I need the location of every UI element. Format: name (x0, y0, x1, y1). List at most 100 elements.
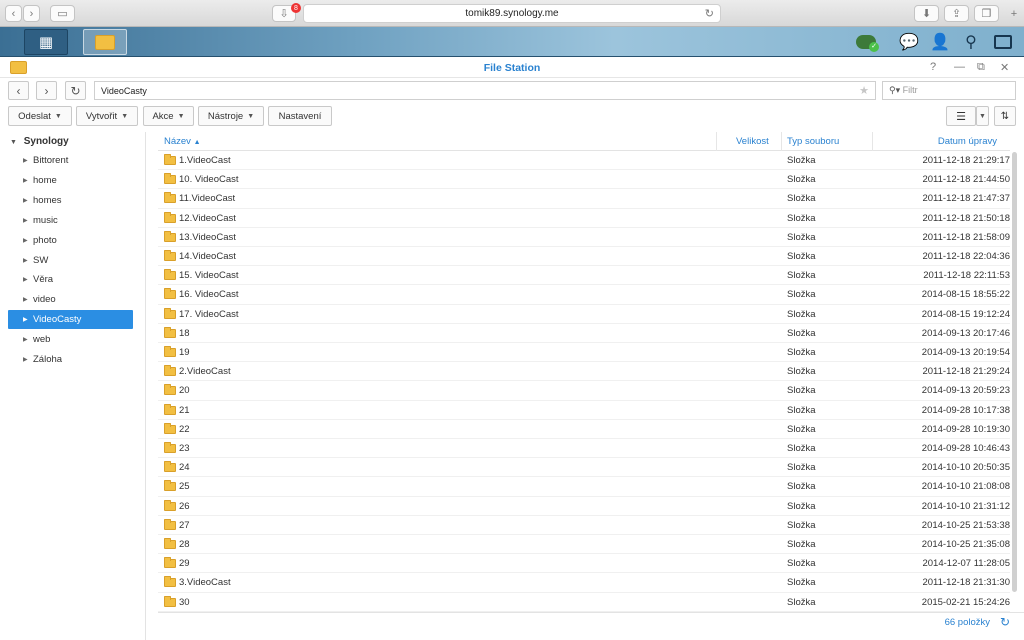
table-row[interactable]: 25 Složka 2014-10-10 21:08:08 (158, 477, 1010, 497)
table-row[interactable]: 10. VideoCast Složka 2011-12-18 21:44:50 (158, 170, 1010, 190)
table-row[interactable]: 12.VideoCast Složka 2011-12-18 21:50:18 (158, 209, 1010, 228)
filter-input[interactable]: ⚲▾ Filtr (882, 81, 1016, 100)
file-date: 2011-12-18 21:58:09 (922, 231, 1010, 243)
column-type-header[interactable]: Typ souboru (787, 136, 839, 147)
table-row[interactable]: 14.VideoCast Složka 2011-12-18 22:04:36 (158, 247, 1010, 267)
file-type: Složka (787, 231, 816, 243)
expand-arrow-icon[interactable]: ▶ (23, 217, 28, 224)
expand-arrow-icon[interactable]: ▶ (23, 197, 28, 204)
table-row[interactable]: 17. VideoCast Složka 2014-08-15 19:12:24 (158, 305, 1010, 324)
file-name: 27 (179, 519, 190, 531)
path-field[interactable]: VideoCasty ★ (94, 81, 876, 100)
table-row[interactable]: 19 Složka 2014-09-13 20:19:54 (158, 343, 1010, 363)
tools-label: Nástroje (207, 110, 244, 122)
expand-arrow-icon[interactable]: ▶ (23, 177, 28, 184)
refresh-list-icon[interactable]: ↻ (1000, 615, 1010, 629)
widgets-icon[interactable] (992, 31, 1014, 53)
minimize-icon[interactable]: — (954, 61, 965, 73)
settings-button[interactable]: Nastavení (268, 106, 332, 126)
table-row[interactable]: 21 Složka 2014-09-28 10:17:38 (158, 401, 1010, 420)
file-name-cell: 22 (164, 422, 190, 435)
folder-icon (164, 269, 176, 281)
expand-arrow-icon[interactable]: ▶ (23, 316, 28, 323)
expand-arrow-icon[interactable]: ▶ (23, 237, 28, 244)
share-icon[interactable]: ⇪ (944, 5, 969, 22)
address-bar[interactable]: tomik89.synology.me ↻ (303, 4, 721, 23)
main-menu-button[interactable]: ▦ (24, 29, 68, 55)
column-name-header[interactable]: Název ▲ (164, 136, 201, 147)
view-mode-dropdown[interactable]: ▼ (976, 106, 989, 126)
new-tab-icon[interactable]: + (1006, 5, 1022, 22)
maximize-icon[interactable]: ⧉ (977, 61, 985, 74)
table-row[interactable]: 11.VideoCast Složka 2011-12-18 21:47:37 (158, 189, 1010, 209)
file-date: 2014-09-28 10:17:38 (921, 404, 1010, 416)
cloud-sync-icon[interactable]: ✓ (855, 31, 879, 53)
table-row[interactable]: 16. VideoCast Složka 2014-08-15 18:55:22 (158, 285, 1010, 305)
expand-arrow-icon[interactable]: ▶ (23, 157, 28, 164)
forward-icon[interactable]: › (23, 5, 40, 22)
create-button[interactable]: Vytvořit ▼ (76, 106, 138, 126)
sidebar-item[interactable]: ▶ VideoCasty (8, 310, 133, 330)
table-row[interactable]: 22 Složka 2014-09-28 10:19:30 (158, 420, 1010, 439)
table-row[interactable]: 24 Složka 2014-10-10 20:50:35 (158, 458, 1010, 478)
file-type: Složka (787, 500, 816, 512)
sidebar-item[interactable]: ▶ Věra (8, 270, 133, 289)
sidebar-item[interactable]: ▶ SW (8, 251, 133, 270)
nav-back-button[interactable]: ‹ (8, 81, 29, 100)
star-icon[interactable]: ★ (859, 84, 869, 97)
view-mode-button[interactable]: ☰ (946, 106, 976, 126)
folder-icon (164, 403, 176, 415)
nav-forward-button[interactable]: › (36, 81, 57, 100)
sidebar-item[interactable]: ▶ music (8, 211, 133, 230)
table-row[interactable]: 2.VideoCast Složka 2011-12-18 21:29:24 (158, 362, 1010, 382)
download-arrow-icon[interactable]: ⬇ (914, 5, 939, 22)
sidebar-item[interactable]: ▶ Bittorent (8, 151, 133, 170)
close-icon[interactable]: ✕ (1000, 61, 1009, 74)
refresh-button[interactable]: ↻ (65, 81, 86, 100)
table-row[interactable]: 30 Složka 2015-02-21 15:24:26 (158, 593, 1010, 612)
column-size-header[interactable]: Velikost (736, 136, 769, 147)
scrollbar[interactable] (1012, 152, 1017, 592)
action-button[interactable]: Akce ▼ (143, 106, 194, 126)
table-row[interactable]: 15. VideoCast Složka 2011-12-18 22:11:53 (158, 266, 1010, 286)
sidebar-item[interactable]: ▶ photo (8, 231, 133, 250)
tree-root[interactable]: ▼ Synology (10, 136, 69, 147)
upload-button[interactable]: Odeslat ▼ (8, 106, 72, 126)
search-icon[interactable]: ⚲ (960, 31, 982, 53)
sidebar-item[interactable]: ▶ homes (8, 191, 133, 210)
sidebar-toggle-icon[interactable]: ▭ (50, 5, 75, 22)
table-row[interactable]: 1.VideoCast Složka 2011-12-18 21:29:17 (158, 151, 1010, 171)
table-row[interactable]: 13.VideoCast Složka 2011-12-18 21:58:09 (158, 228, 1010, 247)
sidebar-item[interactable]: ▶ Záloha (8, 350, 133, 369)
expand-arrow-icon[interactable]: ▶ (23, 336, 28, 343)
table-row[interactable]: 28 Složka 2014-10-25 21:35:08 (158, 535, 1010, 555)
reload-icon[interactable]: ↻ (705, 7, 714, 20)
file-station-taskbar-button[interactable] (83, 29, 127, 55)
table-row[interactable]: 20 Složka 2014-09-13 20:59:23 (158, 381, 1010, 401)
file-name-cell: 24 (164, 461, 190, 473)
help-icon[interactable]: ? (930, 61, 936, 73)
expand-arrow-icon[interactable]: ▶ (23, 257, 28, 264)
table-row[interactable]: 3.VideoCast Složka 2011-12-18 21:31:30 (158, 573, 1010, 593)
tools-button[interactable]: Nástroje ▼ (198, 106, 264, 126)
expand-arrow-icon[interactable]: ▶ (23, 356, 28, 363)
chat-icon[interactable]: 💬 (898, 31, 920, 53)
sidebar-item[interactable]: ▶ web (8, 330, 133, 349)
table-row[interactable]: 23 Složka 2014-09-28 10:46:43 (158, 439, 1010, 459)
expand-arrow-icon[interactable]: ▶ (23, 296, 28, 303)
expand-arrow-icon[interactable]: ▶ (23, 276, 28, 283)
sort-button[interactable]: ⇅ (994, 106, 1016, 126)
table-row[interactable]: 18 Složka 2014-09-13 20:17:46 (158, 324, 1010, 343)
table-row[interactable]: 26 Složka 2014-10-10 21:31:12 (158, 497, 1010, 516)
caret-down-icon: ▼ (177, 112, 185, 120)
sidebar-item[interactable]: ▶ video (8, 290, 133, 309)
back-icon[interactable]: ‹ (5, 5, 22, 22)
user-icon[interactable]: 👤 (929, 31, 951, 53)
file-date: 2014-09-13 20:19:54 (921, 347, 1010, 358)
table-row[interactable]: 27 Složka 2014-10-25 21:53:38 (158, 516, 1010, 535)
sidebar-item[interactable]: ▶ home (8, 171, 133, 190)
file-name: 25 (179, 481, 190, 493)
tabs-icon[interactable]: ❐ (974, 5, 999, 22)
table-row[interactable]: 29 Složka 2014-12-07 11:28:05 (158, 554, 1010, 574)
column-date-header[interactable]: Datum úpravy (938, 136, 997, 147)
